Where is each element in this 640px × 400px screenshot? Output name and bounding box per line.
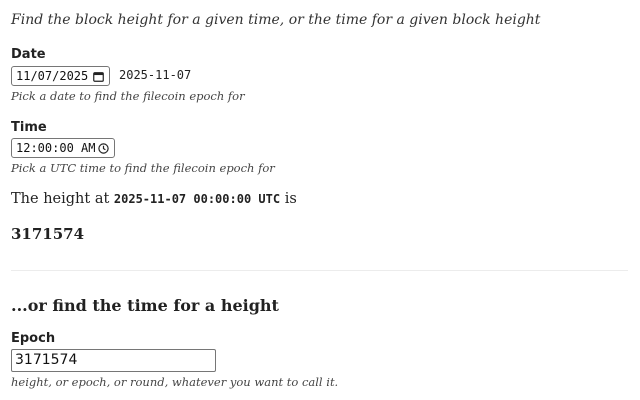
intro-text: Find the block height for a given time, … bbox=[11, 12, 541, 28]
result-prefix: The height at bbox=[11, 191, 110, 207]
date-label: Date bbox=[11, 47, 46, 62]
section-divider bbox=[11, 270, 628, 271]
epoch-input[interactable]: 3171574 bbox=[11, 349, 216, 372]
epoch-hint: height, or epoch, or round, whatever you… bbox=[11, 375, 339, 389]
time-hint: Pick a UTC time to find the filecoin epo… bbox=[11, 161, 275, 175]
calendar-icon[interactable] bbox=[92, 70, 105, 83]
height-result: 3171574 bbox=[11, 225, 85, 243]
result-sentence: The height at 2025-11-07 00:00:00 UTC is bbox=[11, 191, 297, 207]
time-input[interactable]: 12:00:00 AM bbox=[11, 138, 115, 158]
date-hint: Pick a date to find the filecoin epoch f… bbox=[11, 89, 245, 103]
time-input-value: 12:00:00 AM bbox=[16, 141, 96, 155]
date-input-value: 11/07/2025 bbox=[16, 69, 89, 83]
epoch-label: Epoch bbox=[11, 331, 56, 346]
page: Find the block height for a given time, … bbox=[0, 0, 640, 400]
time-label: Time bbox=[11, 120, 47, 135]
date-input[interactable]: 11/07/2025 bbox=[11, 66, 110, 86]
result-suffix: is bbox=[284, 191, 297, 207]
date-echo-value: 2025-11-07 bbox=[119, 68, 192, 82]
reverse-heading: ...or find the time for a height bbox=[11, 296, 279, 315]
result-timestamp: 2025-11-07 00:00:00 UTC bbox=[113, 192, 281, 206]
clock-icon[interactable] bbox=[97, 142, 110, 155]
